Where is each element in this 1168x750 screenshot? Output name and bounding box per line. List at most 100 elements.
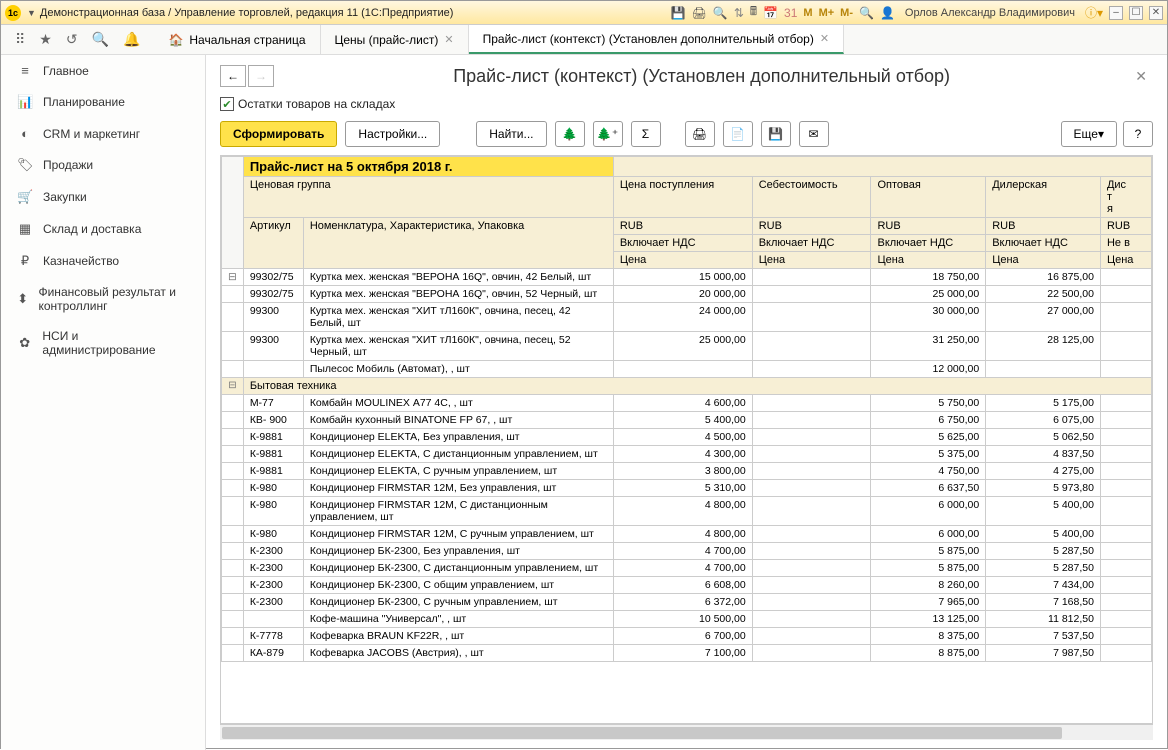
toolbar: Сформировать Настройки... Найти... 🌲 🌲⁺ … <box>220 121 1153 147</box>
table-row[interactable]: К-2300Кондиционер БК-2300, Без управлени… <box>222 543 1152 560</box>
table-row[interactable]: Пылесос Мобиль (Автомат), , шт 12 000,00 <box>222 361 1152 378</box>
table-row[interactable]: К-9881Кондиционер ELEKTA, Без управления… <box>222 429 1152 446</box>
tab-pricelist-label: Прайс-лист (контекст) (Установлен дополн… <box>483 32 814 46</box>
save-button[interactable]: 💾 <box>761 121 791 147</box>
table-row[interactable]: К-2300Кондиционер БК-2300, С ручным упра… <box>222 594 1152 611</box>
preview-icon[interactable]: 🔍 <box>713 6 728 20</box>
expand-tree-button[interactable]: 🌲 <box>555 121 585 147</box>
stock-checkbox[interactable]: ✔ <box>220 97 234 111</box>
table-row[interactable]: К-9881Кондиционер ELEKTA, С ручным управ… <box>222 463 1152 480</box>
ruble-icon: ₽ <box>17 253 33 269</box>
page-title: Прайс-лист (контекст) (Установлен дополн… <box>282 66 1121 87</box>
compare-icon[interactable]: ⇅ <box>734 6 744 20</box>
sidebar-item-label: Главное <box>43 64 89 78</box>
col-nomenclature: Номенклатура, Характеристика, Упаковка <box>303 218 613 269</box>
info-icon[interactable]: ⓘ▾ <box>1085 4 1103 21</box>
sidebar-item-label: Закупки <box>43 190 87 204</box>
group-row[interactable]: ⊟Бытовая техника <box>222 378 1152 395</box>
tab-home[interactable]: 🏠 Начальная страница <box>154 25 320 54</box>
tab-prices[interactable]: Цены (прайс-лист) ✕ <box>321 25 469 54</box>
star-icon[interactable]: ★ <box>39 31 52 48</box>
close-icon[interactable]: ✕ <box>444 33 453 46</box>
calc-icon[interactable]: 🖩 <box>750 2 757 23</box>
close-button[interactable]: ✕ <box>1149 6 1163 20</box>
sidebar-item-purchases[interactable]: 🛒Закупки <box>1 181 205 213</box>
close-icon[interactable]: ✕ <box>820 32 829 45</box>
memory-m-icon[interactable]: M <box>803 7 812 19</box>
help-button[interactable]: ? <box>1123 121 1153 147</box>
memory-mminus-icon[interactable]: M- <box>840 7 853 19</box>
grid-wrap[interactable]: Прайс-лист на 5 октября 2018 г. Ценовая … <box>220 155 1153 724</box>
table-row[interactable]: К-9881Кондиционер ELEKTA, С дистанционны… <box>222 446 1152 463</box>
app-icon: 1c <box>5 5 21 21</box>
sidebar-item-treasury[interactable]: ₽Казначейство <box>1 245 205 277</box>
nav-row: ⠿ ★ ↺ 🔍 🔔 🏠 Начальная страница Цены (пра… <box>1 25 1167 55</box>
print-icon[interactable]: 🖨 <box>692 6 707 20</box>
back-button[interactable]: ← <box>220 65 246 87</box>
maximize-button[interactable]: ☐ <box>1129 6 1143 20</box>
date-icon[interactable]: 31 <box>784 6 797 20</box>
table-row[interactable]: К-2300Кондиционер БК-2300, С дистанционн… <box>222 560 1152 577</box>
tab-prices-label: Цены (прайс-лист) <box>335 33 439 47</box>
table-row[interactable]: Кофе-машина "Универсал", , шт 10 500,00 … <box>222 611 1152 628</box>
col-wholesale: Оптовая <box>871 177 986 218</box>
sidebar-item-label: CRM и маркетинг <box>43 127 140 141</box>
find-button[interactable]: Найти... <box>476 121 546 147</box>
email-button[interactable]: ✉ <box>799 121 829 147</box>
collapse-tree-button[interactable]: 🌲⁺ <box>593 121 623 147</box>
sales-icon: 🏷 <box>17 157 33 173</box>
table-row[interactable]: К-980Кондиционер FIRMSTAR 12M, С дистанц… <box>222 497 1152 526</box>
table-row[interactable]: КВ- 900Комбайн кухонный BINATONE FP 67, … <box>222 412 1152 429</box>
price-grid: Прайс-лист на 5 октября 2018 г. Ценовая … <box>221 156 1152 662</box>
minimize-button[interactable]: – <box>1109 6 1123 20</box>
dropdown-icon[interactable]: ▼ <box>27 8 36 18</box>
apps-icon[interactable]: ⠿ <box>15 31 25 48</box>
stock-checkbox-label: Остатки товаров на складах <box>238 97 395 111</box>
sidebar-item-label: Продажи <box>43 158 93 172</box>
menu-icon: ≡ <box>17 63 33 78</box>
calendar-icon[interactable]: 📅 <box>763 6 778 20</box>
crm-icon: ◐ <box>17 126 33 141</box>
sidebar-item-planning[interactable]: 📊Планирование <box>1 86 205 118</box>
sidebar-item-label: Склад и доставка <box>43 222 141 236</box>
zoom-icon[interactable]: 🔍 <box>859 6 874 20</box>
sidebar-item-main[interactable]: ≡ Главное <box>1 55 205 86</box>
forward-button[interactable]: → <box>248 65 274 87</box>
sidebar-item-warehouse[interactable]: ▦ Склад и доставка <box>1 213 205 245</box>
export-button[interactable]: 📄 <box>723 121 753 147</box>
tab-pricelist[interactable]: Прайс-лист (контекст) (Установлен дополн… <box>469 25 844 54</box>
checkbox-row: ✔ Остатки товаров на складах <box>220 97 1153 111</box>
close-page-button[interactable]: ✕ <box>1129 68 1153 85</box>
table-row[interactable]: 99300Куртка мех. женская "ХИТ тЛ160К", о… <box>222 332 1152 361</box>
print-button[interactable]: 🖨 <box>685 121 715 147</box>
sidebar-item-crm[interactable]: ◐ CRM и маркетинг <box>1 118 205 149</box>
more-button[interactable]: Еще ▾ <box>1061 121 1117 147</box>
warehouse-icon: ▦ <box>17 221 33 237</box>
sidebar-item-sales[interactable]: 🏷 Продажи <box>1 149 205 181</box>
generate-button[interactable]: Сформировать <box>220 121 337 147</box>
horizontal-scrollbar[interactable] <box>220 724 1153 740</box>
sidebar: ≡Главное 📊Планирование ◐CRM и маркетинг … <box>1 55 206 750</box>
search-icon[interactable]: 🔍 <box>92 31 109 48</box>
table-row[interactable]: ⊟ 99302/75Куртка мех. женская "ВЕРОНА 16… <box>222 269 1152 286</box>
table-row[interactable]: 99302/75Куртка мех. женская "ВЕРОНА 16Q"… <box>222 286 1152 303</box>
memory-mplus-icon[interactable]: M+ <box>819 7 835 19</box>
table-row[interactable]: К-980Кондиционер FIRMSTAR 12M, С ручным … <box>222 526 1152 543</box>
history-icon[interactable]: ↺ <box>66 31 78 48</box>
user-icon[interactable]: 👤 <box>880 6 895 20</box>
table-row[interactable]: КА-879Кофеварка JACOBS (Австрия), , шт 7… <box>222 645 1152 662</box>
sidebar-item-nsi[interactable]: ✿НСИ и администрирование <box>1 321 205 365</box>
table-row[interactable]: К-2300Кондиционер БК-2300, С общим управ… <box>222 577 1152 594</box>
sum-button[interactable]: Σ <box>631 121 661 147</box>
save-icon[interactable]: 💾 <box>671 6 686 20</box>
bell-icon[interactable]: 🔔 <box>123 31 140 48</box>
table-row[interactable]: К-7778Кофеварка BRAUN KF22R, , шт 6 700,… <box>222 628 1152 645</box>
tab-home-label: Начальная страница <box>189 33 305 47</box>
sidebar-item-finresult[interactable]: ⬍Финансовый результат и контроллинг <box>1 277 205 321</box>
sidebar-item-label: НСИ и администрирование <box>42 329 189 357</box>
table-row[interactable]: М-77Комбайн MOULINEX А77 4С, , шт 4 600,… <box>222 395 1152 412</box>
planning-icon: 📊 <box>17 94 33 110</box>
settings-button[interactable]: Настройки... <box>345 121 440 147</box>
table-row[interactable]: К-980Кондиционер FIRMSTAR 12M, Без управ… <box>222 480 1152 497</box>
table-row[interactable]: 99300Куртка мех. женская "ХИТ тЛ160К", о… <box>222 303 1152 332</box>
